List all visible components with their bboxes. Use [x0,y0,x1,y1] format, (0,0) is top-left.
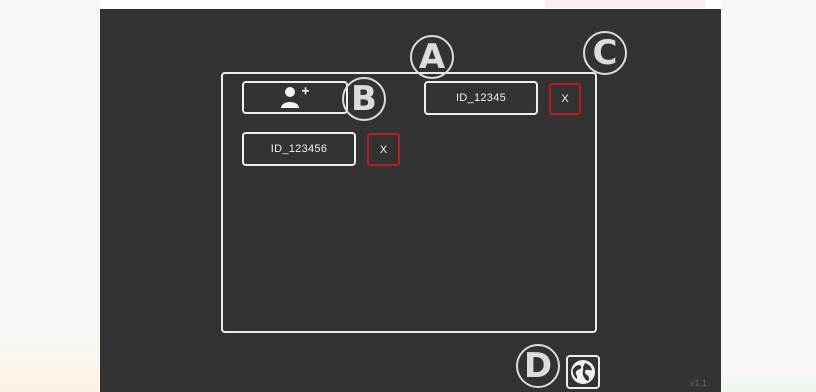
callout-b: B [342,77,386,121]
app-screen: ID_12345 X ID_123456 X A B C D v1.1 [100,9,721,392]
bottom-right-tint [721,382,816,392]
add-user-button[interactable] [242,81,348,114]
bottom-left-tint [0,330,100,392]
right-margin [721,0,816,392]
add-user-icon [281,86,309,108]
top-tint [545,0,705,8]
language-button[interactable] [566,355,600,389]
user-id-button[interactable]: ID_123456 [242,132,356,166]
callout-a: A [410,35,454,79]
globe-icon [571,360,595,384]
callout-c: C [583,31,627,75]
version-label: v1.1 [690,378,708,388]
callout-d: D [516,344,560,388]
delete-user-button[interactable]: X [367,133,400,166]
user-id-button[interactable]: ID_12345 [424,81,538,115]
delete-user-button[interactable]: X [549,83,581,115]
